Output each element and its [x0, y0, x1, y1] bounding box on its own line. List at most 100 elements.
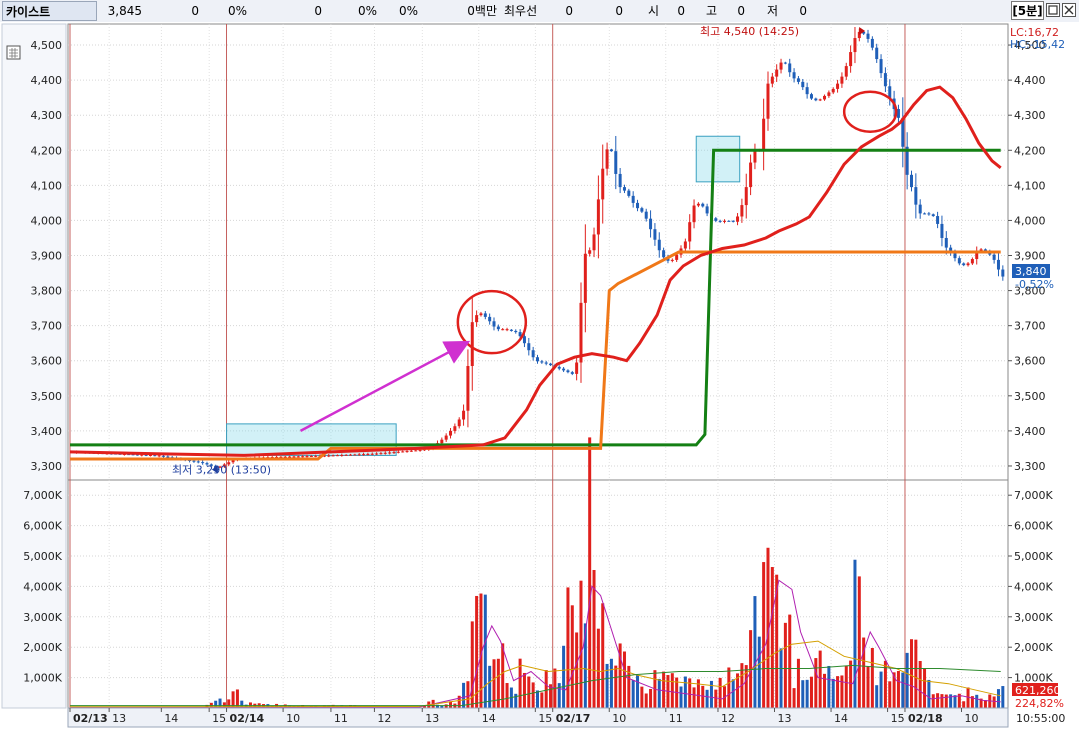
candle-body — [970, 259, 974, 264]
candle-body — [736, 216, 740, 222]
volume-bar — [575, 632, 579, 708]
candle-body — [148, 455, 152, 457]
volume-bar — [770, 567, 774, 708]
volume-bar — [853, 559, 857, 708]
volume-tick-label-left: 6,000K — [23, 520, 62, 533]
candle-body — [640, 208, 644, 212]
low-label: 저 — [767, 4, 779, 18]
candle-body — [740, 205, 744, 217]
quote-toolbar: 카이스트 3,845 0 0% 0 0% 0% 0백만 최우선 0 0 시 0 … — [0, 0, 1079, 23]
candle-body — [809, 94, 813, 99]
candle-body — [914, 187, 918, 205]
x-tick-label: 02/14 — [230, 712, 265, 725]
volume-bar — [792, 688, 796, 708]
candle-body — [749, 162, 753, 188]
volume-tick-label-left: 5,000K — [23, 550, 62, 563]
volume-bar — [827, 665, 831, 708]
candle-body — [309, 455, 313, 457]
volume-bar — [831, 678, 835, 708]
high-annotation: 최고 4,540 (14:25) — [700, 25, 799, 38]
volume-bar — [940, 694, 944, 708]
candle-body — [518, 332, 522, 337]
volume-bar — [614, 665, 618, 708]
candle-body — [162, 455, 165, 457]
price-tick-label-left: 4,500 — [31, 39, 63, 52]
candle-body — [470, 322, 474, 366]
best-quote-v2: 0 — [615, 4, 623, 18]
volume-bar — [936, 693, 940, 708]
candle-body — [305, 456, 309, 458]
open-label: 시 — [648, 4, 660, 18]
timeframe-selector[interactable]: [5분] — [1011, 1, 1044, 20]
candle-body — [288, 456, 292, 458]
candle-body — [927, 213, 931, 215]
price-tick-label-right: 3,700 — [1014, 320, 1046, 333]
maximize-icon[interactable] — [1046, 3, 1060, 17]
x-tick-label: 11 — [669, 712, 683, 725]
candle-body — [766, 83, 770, 119]
candle-body — [501, 329, 505, 331]
price-tick-label-right: 3,900 — [1014, 250, 1046, 263]
volume-bar — [601, 603, 605, 708]
candle-body — [836, 83, 840, 89]
volume-bar — [788, 614, 792, 708]
volume-bar — [931, 694, 935, 708]
price-tick-label-left: 3,600 — [31, 355, 63, 368]
candle-body — [936, 216, 940, 224]
candle-body — [875, 47, 879, 60]
close-icon[interactable] — [1062, 3, 1076, 17]
candle-body — [370, 453, 374, 455]
candle-body — [588, 250, 592, 254]
highlight-box — [695, 135, 741, 183]
stock-name[interactable]: 카이스트 — [2, 1, 97, 21]
candle-body — [792, 72, 796, 79]
candle-body — [753, 150, 757, 163]
settings-icon[interactable] — [6, 45, 21, 60]
volume-bar — [470, 621, 474, 708]
candle-body — [962, 263, 966, 266]
candle-body — [692, 205, 696, 223]
candle-body — [770, 76, 774, 84]
candle-body — [418, 449, 422, 451]
candle-body — [557, 366, 561, 369]
candle-body — [366, 453, 370, 455]
candle-body — [340, 455, 344, 457]
volume-bar — [927, 679, 931, 708]
candle-body — [683, 241, 687, 249]
volume-bar — [983, 700, 987, 708]
volume-bar — [640, 686, 644, 708]
candle-body — [601, 168, 605, 200]
candle-body — [918, 204, 922, 214]
volume-bar — [570, 605, 574, 708]
volume-bar — [753, 596, 757, 708]
candle-body — [627, 190, 631, 196]
candle-body — [414, 450, 418, 452]
candle-body — [353, 454, 357, 456]
change-pct: 0% — [227, 4, 247, 18]
price-tick-label-left: 3,500 — [31, 390, 63, 403]
candle-body — [522, 336, 526, 344]
volume-bar — [879, 671, 883, 708]
candle-body — [783, 62, 787, 64]
candle-body — [879, 59, 883, 74]
volume-bar — [992, 696, 996, 708]
candle-body — [883, 73, 887, 87]
candle-body — [931, 214, 935, 217]
candle-body — [818, 99, 822, 101]
volume-bar — [857, 576, 861, 708]
candle-body — [444, 435, 448, 440]
volume-bar — [870, 647, 874, 708]
candle-body — [870, 38, 874, 48]
candle-body — [327, 455, 331, 457]
stock-chart[interactable]: 4,500 4,5004,400 4,4004,300 4,3004,200 4,200… — [0, 22, 1079, 729]
volume-bar — [905, 652, 909, 708]
price-tick-label-right: 4,300 — [1014, 109, 1046, 122]
candle-body — [192, 460, 196, 462]
candle-body — [475, 315, 479, 323]
volume-bar — [531, 682, 535, 708]
candle-body — [675, 254, 679, 260]
low-annotation: 최저 3,290 (13:50) — [172, 463, 271, 476]
last-ratio-label: 224,82% — [1015, 697, 1064, 710]
candle-body — [453, 426, 457, 431]
best-quote-v1: 0 — [565, 4, 573, 18]
